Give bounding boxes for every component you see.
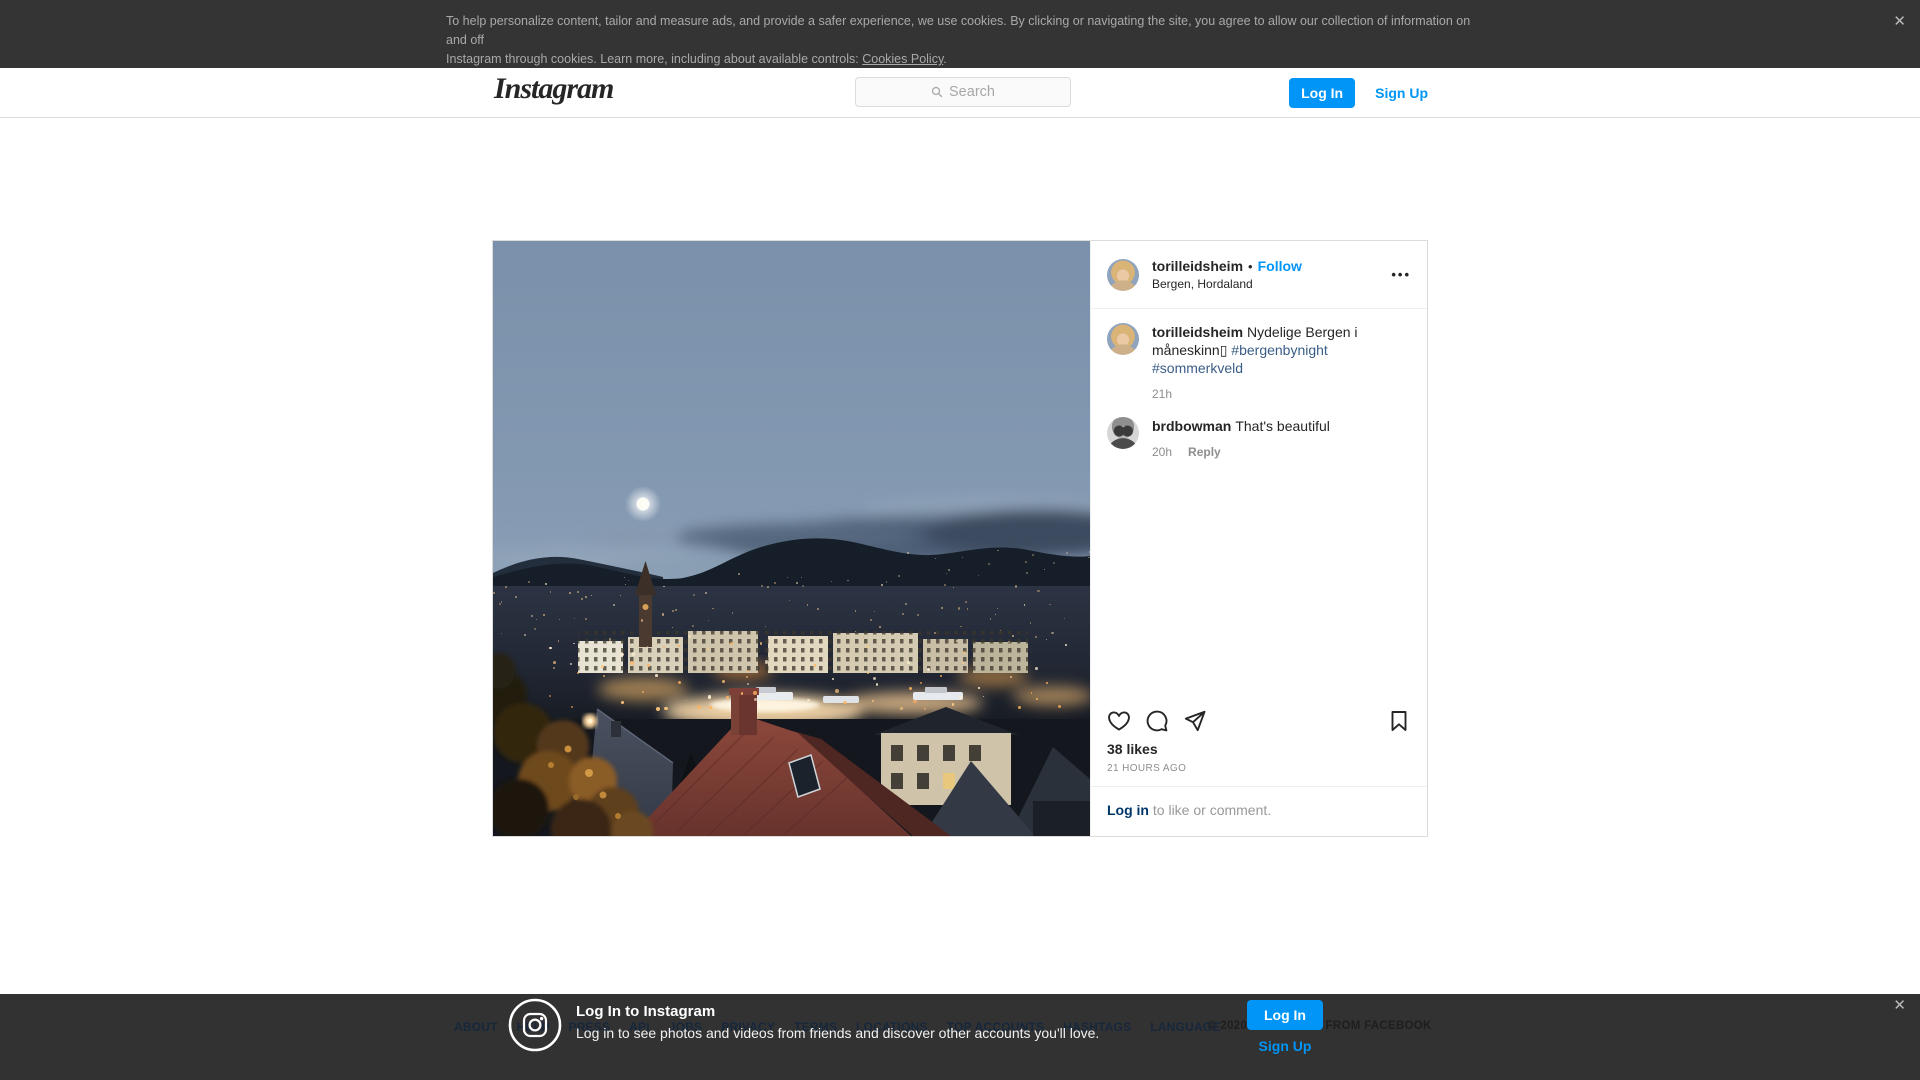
hashtag-sommerkveld[interactable]: #sommerkveld: [1152, 360, 1243, 376]
search-icon: [931, 86, 943, 98]
footer-login-button[interactable]: Log In: [1247, 1000, 1323, 1030]
footer: ABOUT HELP PRESS API JOBS PRIVACY TERMS LOCATIO…: [0, 994, 1920, 1080]
footer-close-icon[interactable]: ✕: [1893, 998, 1906, 1013]
comment-row: brdbowman That's beautiful 20h Reply: [1107, 417, 1411, 459]
share-plane-icon[interactable]: [1183, 709, 1207, 733]
likes-count[interactable]: 38 likes: [1091, 733, 1427, 757]
instagram-wordmark-logo[interactable]: Instagram: [494, 72, 614, 106]
post-header: torilleidsheim • Follow Bergen, Hordalan…: [1091, 241, 1427, 309]
footer-banner-title: Log In to Instagram: [576, 1003, 716, 1020]
like-heart-icon[interactable]: [1107, 709, 1131, 733]
comment-bubble-icon[interactable]: [1145, 709, 1169, 733]
post-timestamp: 21 HOURS AGO: [1107, 763, 1187, 774]
commenter-username[interactable]: brdbowman: [1152, 418, 1231, 434]
search-placeholder: Search: [949, 84, 995, 100]
footer-banner-subtitle: Log in to see photos and videos from fri…: [576, 1025, 1100, 1041]
cookie-banner: To help personalize content, tailor and …: [0, 0, 1920, 68]
post-panel: torilleidsheim • Follow Bergen, Hordalan…: [1090, 241, 1427, 836]
close-icon[interactable]: ✕: [1893, 14, 1906, 29]
caption-author[interactable]: torilleidsheim: [1152, 324, 1243, 340]
bergen-night-photo: [493, 241, 1090, 836]
post-article: torilleidsheim • Follow Bergen, Hordalan…: [492, 240, 1428, 837]
hashtag-bergenbynight[interactable]: #bergenbynight: [1231, 342, 1328, 358]
commenter-avatar[interactable]: [1107, 417, 1139, 449]
login-prompt: Log in to like or comment.: [1091, 786, 1427, 836]
footer-link-about[interactable]: ABOUT: [454, 1020, 498, 1034]
caption-text: torilleidsheim Nydelige Bergen i måneskin…: [1152, 324, 1358, 376]
more-options-icon[interactable]: •••: [1391, 267, 1411, 282]
site-header: Instagram Search Log In Sign Up: [0, 68, 1920, 118]
save-bookmark-icon[interactable]: [1387, 709, 1411, 733]
cookie-line1: To help personalize content, tailor and …: [446, 14, 1471, 47]
search-input[interactable]: Search: [855, 77, 1071, 107]
signup-link[interactable]: Sign Up: [1375, 85, 1428, 101]
post-location[interactable]: Bergen, Hordaland: [1152, 277, 1378, 291]
cookie-text: To help personalize content, tailor and …: [446, 12, 1486, 69]
instagram-glyph-icon: [508, 998, 562, 1052]
post-image[interactable]: [493, 241, 1090, 836]
dot-separator: •: [1248, 258, 1253, 274]
author-username[interactable]: torilleidsheim: [1152, 258, 1243, 274]
comment-text: brdbowman That's beautiful: [1152, 418, 1330, 434]
cookies-policy-link[interactable]: Cookies Policy: [862, 52, 943, 66]
caption-timestamp: 21h: [1152, 387, 1173, 401]
comment-timestamp: 20h: [1152, 445, 1173, 459]
action-bar: [1091, 701, 1427, 733]
reply-button[interactable]: Reply: [1188, 445, 1221, 459]
caption-avatar[interactable]: [1107, 323, 1139, 355]
follow-button[interactable]: Follow: [1258, 258, 1302, 274]
cookie-line2: Instagram through cookies. Learn more, i…: [446, 52, 947, 66]
comments-section: torilleidsheim Nydelige Bergen i måneskin…: [1091, 309, 1427, 701]
author-avatar[interactable]: [1107, 258, 1139, 291]
login-prompt-link[interactable]: Log in: [1107, 802, 1149, 818]
login-button[interactable]: Log In: [1289, 78, 1356, 108]
footer-signup-link[interactable]: Sign Up: [1247, 1038, 1323, 1054]
caption-row: torilleidsheim Nydelige Bergen i måneskin…: [1107, 323, 1411, 401]
